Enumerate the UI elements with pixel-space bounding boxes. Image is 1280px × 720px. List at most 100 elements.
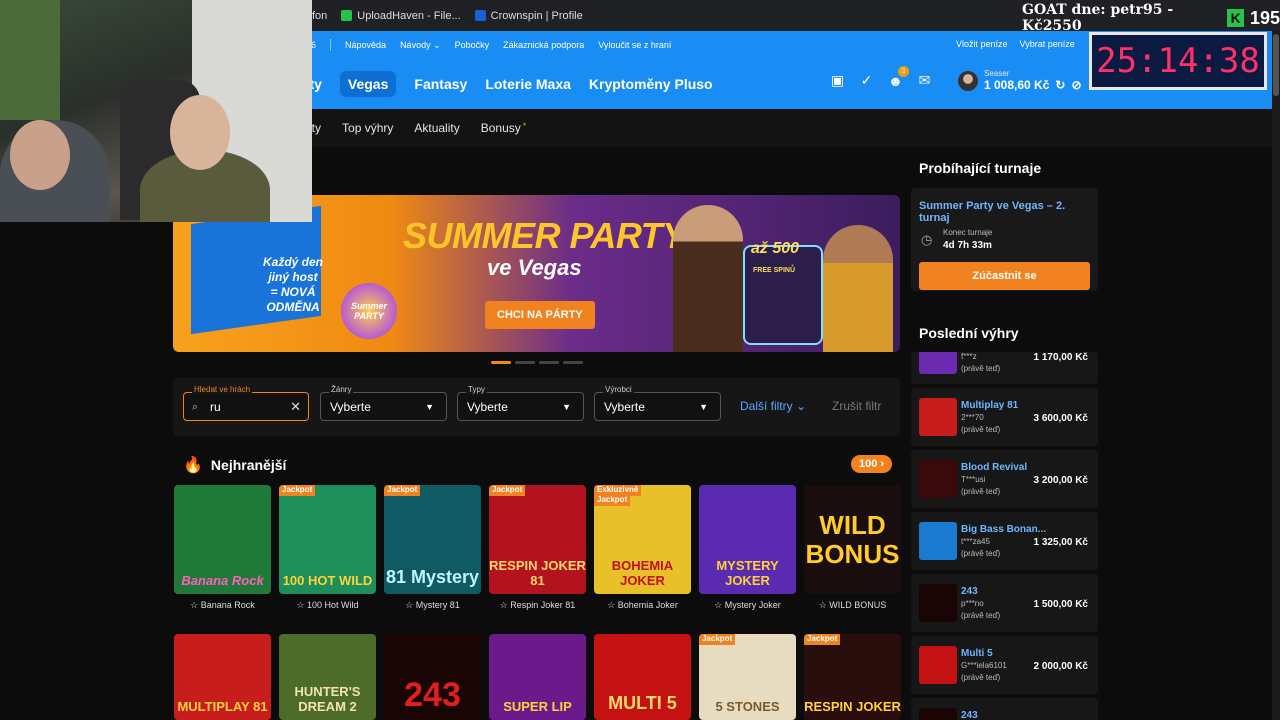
game-thumbnail[interactable] <box>919 460 957 498</box>
game-card[interactable]: Exkluzivně Jackpot BOHEMIA JOKER ☆ Bohemia… <box>594 485 691 614</box>
star-icon[interactable]: ☆ <box>500 600 508 610</box>
types-select[interactable]: Typy Vyberte ▼ <box>457 385 584 421</box>
close-icon[interactable]: ✕ <box>290 399 301 415</box>
count-pill[interactable]: 100 › <box>851 455 893 473</box>
join-tournament-button[interactable]: Zúčastnit se <box>919 262 1090 290</box>
game-card[interactable]: Jackpot 100 HOT WILD ☆ 100 Hot Wild <box>279 485 376 614</box>
mail-icon[interactable]: ✉ <box>917 72 932 88</box>
game-thumbnail[interactable]: MULTI 5 <box>594 634 691 720</box>
self-exclusion-link[interactable]: Vyloučit se z hraní <box>598 40 671 50</box>
win-item[interactable]: 243 p***no (právě teď) 1 500,00 Kč <box>911 574 1098 632</box>
win-item[interactable]: Big Bass Bonan... t***za45 (právě teď) 1… <box>911 512 1098 570</box>
win-item[interactable]: Multiplay 81 2***70 (právě teď) 3 600,00… <box>911 388 1098 446</box>
guides-link[interactable]: Návody ⌄ <box>400 40 441 51</box>
refresh-icon[interactable]: ↻ <box>1055 78 1065 92</box>
star-icon[interactable]: ☆ <box>607 600 615 610</box>
win-game[interactable]: Multiplay 81 <box>961 400 1018 411</box>
cancel-filter-button[interactable]: Zrušit filtr <box>832 399 881 413</box>
win-game[interactable]: Multi 5 <box>961 648 993 659</box>
game-card[interactable]: Jackpot RESPIN JOKER 81 ☆ Respin Joker 81 <box>489 485 586 614</box>
game-thumbnail[interactable]: Jackpot 5 STONES <box>699 634 796 720</box>
game-card[interactable]: WILD BONUS ☆ WILD BONUS <box>804 485 901 614</box>
tournament-name[interactable]: Summer Party ve Vegas – 2. turnaj <box>919 200 1098 224</box>
game-thumbnail[interactable]: Jackpot 81 Mystery <box>384 485 481 594</box>
game-thumbnail[interactable] <box>919 398 957 436</box>
win-game[interactable]: 243 <box>961 710 978 720</box>
win-game[interactable]: 243 <box>961 586 978 597</box>
win-item[interactable]: Multi 5 G***iela6101 (právě teď) 2 000,0… <box>911 636 1098 694</box>
win-game[interactable]: Blood Revival <box>961 462 1027 473</box>
bookmark-uploadhaven[interactable]: UploadHaven - File... <box>341 10 461 22</box>
game-title[interactable]: ☆ Respin Joker 81 <box>489 600 586 614</box>
check-icon[interactable]: ✓ <box>859 72 874 88</box>
game-thumbnail[interactable]: MULTIPLAY 81 <box>174 634 271 720</box>
subnav-item-bonusy[interactable]: Bonusy * <box>481 121 527 135</box>
win-game[interactable]: Big Bass Bonan... <box>961 524 1046 535</box>
game-title[interactable]: ☆ 100 Hot Wild <box>279 600 376 614</box>
game-thumbnail[interactable]: Jackpot RESPIN JOKER 81 <box>489 485 586 594</box>
carousel-dot[interactable] <box>539 361 559 364</box>
game-thumbnail[interactable]: SUPER LIP <box>489 634 586 720</box>
win-item[interactable]: 243 <box>911 698 1098 720</box>
game-card[interactable]: Banana Rock ☆ Banana Rock <box>174 485 271 614</box>
subnav-item-top-vyhry[interactable]: Top výhry <box>342 121 393 135</box>
nav-item-fantasy[interactable]: Fantasy <box>414 72 467 96</box>
balance-row: 1 008,60 Kč ↻ ⊘ <box>984 78 1082 92</box>
win-item[interactable]: Blood Revival T***usi (právě teď) 3 200,… <box>911 450 1098 508</box>
game-title[interactable]: ☆ Mystery 81 <box>384 600 481 614</box>
genres-select[interactable]: Žánry Vyberte ▼ <box>320 385 447 421</box>
game-thumbnail[interactable] <box>919 584 957 622</box>
user-panel[interactable]: Seaser 1 008,60 Kč ↻ ⊘ <box>958 69 1082 92</box>
nav-item-loterie[interactable]: Loterie Maxa <box>485 72 571 96</box>
help-link[interactable]: Nápověda <box>345 40 386 50</box>
withdraw-link[interactable]: Vybrat peníze <box>1020 39 1075 49</box>
star-icon[interactable]: ☆ <box>819 600 827 610</box>
scrollbar-track[interactable] <box>1272 31 1280 720</box>
deposit-link[interactable]: Vložit peníze <box>956 39 1008 49</box>
star-icon[interactable]: ☆ <box>190 600 198 610</box>
game-title[interactable]: ☆ Banana Rock <box>174 600 271 614</box>
game-thumbnail[interactable] <box>919 522 957 560</box>
star-icon[interactable]: ☆ <box>714 600 722 610</box>
friends-icon[interactable]: ☻ 3 <box>888 66 909 89</box>
search-input[interactable]: ru <box>210 400 221 414</box>
game-thumbnail[interactable] <box>919 708 957 720</box>
subnav-item-aktuality[interactable]: Aktuality <box>414 121 459 135</box>
carousel-dot[interactable] <box>563 361 583 364</box>
game-title[interactable]: ☆ WILD BONUS <box>804 600 901 614</box>
search-field[interactable]: Hledat ve hrách ⌕ ru ✕ <box>183 385 309 421</box>
star-icon[interactable]: ☆ <box>405 600 413 610</box>
avatar[interactable] <box>958 70 978 91</box>
game-thumbnail[interactable]: MYSTERY JOKER <box>699 485 796 594</box>
hide-balance-icon[interactable]: ⊘ <box>1071 78 1081 92</box>
game-card[interactable]: Jackpot 81 Mystery ☆ Mystery 81 <box>384 485 481 614</box>
game-thumbnail[interactable]: HUNTER'S DREAM 2 <box>279 634 376 720</box>
game-thumbnail[interactable]: Jackpot RESPIN JOKER <box>804 634 901 720</box>
game-thumbnail[interactable]: Jackpot 100 HOT WILD <box>279 485 376 594</box>
nav-item-kryptomeny[interactable]: Kryptoměny Pluso <box>589 72 713 96</box>
game-card[interactable]: MYSTERY JOKER ☆ Mystery Joker <box>699 485 796 614</box>
star-icon[interactable]: ☆ <box>296 600 304 610</box>
bookmark-fon[interactable]: fon <box>312 10 327 22</box>
win-time: (právě teď) <box>961 487 1001 496</box>
game-thumbnail[interactable]: Exkluzivně Jackpot BOHEMIA JOKER <box>594 485 691 594</box>
game-thumbnail[interactable]: Banana Rock <box>174 485 271 594</box>
win-item[interactable]: f***z (právě teď) 1 170,00 Kč <box>911 352 1098 384</box>
ticket-icon[interactable]: ▣ <box>830 72 845 88</box>
bookmark-crownspin[interactable]: Crownspin | Profile <box>474 10 583 22</box>
game-thumbnail[interactable] <box>919 646 957 684</box>
game-title[interactable]: ☆ Bohemia Joker <box>594 600 691 614</box>
carousel-dot[interactable] <box>491 361 511 364</box>
carousel-dot[interactable] <box>515 361 535 364</box>
makers-select[interactable]: Výrobci Vyberte ▼ <box>594 385 721 421</box>
game-thumbnail[interactable]: 243 <box>384 634 481 720</box>
more-filters-button[interactable]: Další filtry ⌄ <box>740 399 806 413</box>
game-thumbnail[interactable] <box>919 352 957 374</box>
banner-cta-button[interactable]: CHCI NA PÁRTY <box>485 301 595 329</box>
branches-link[interactable]: Pobočky <box>455 40 490 50</box>
game-title[interactable]: ☆ Mystery Joker <box>699 600 796 614</box>
support-link[interactable]: Zákaznická podpora <box>503 40 584 50</box>
scrollbar-thumb[interactable] <box>1273 34 1279 96</box>
game-thumbnail[interactable]: WILD BONUS <box>804 485 901 594</box>
nav-item-vegas[interactable]: Vegas <box>339 71 397 97</box>
